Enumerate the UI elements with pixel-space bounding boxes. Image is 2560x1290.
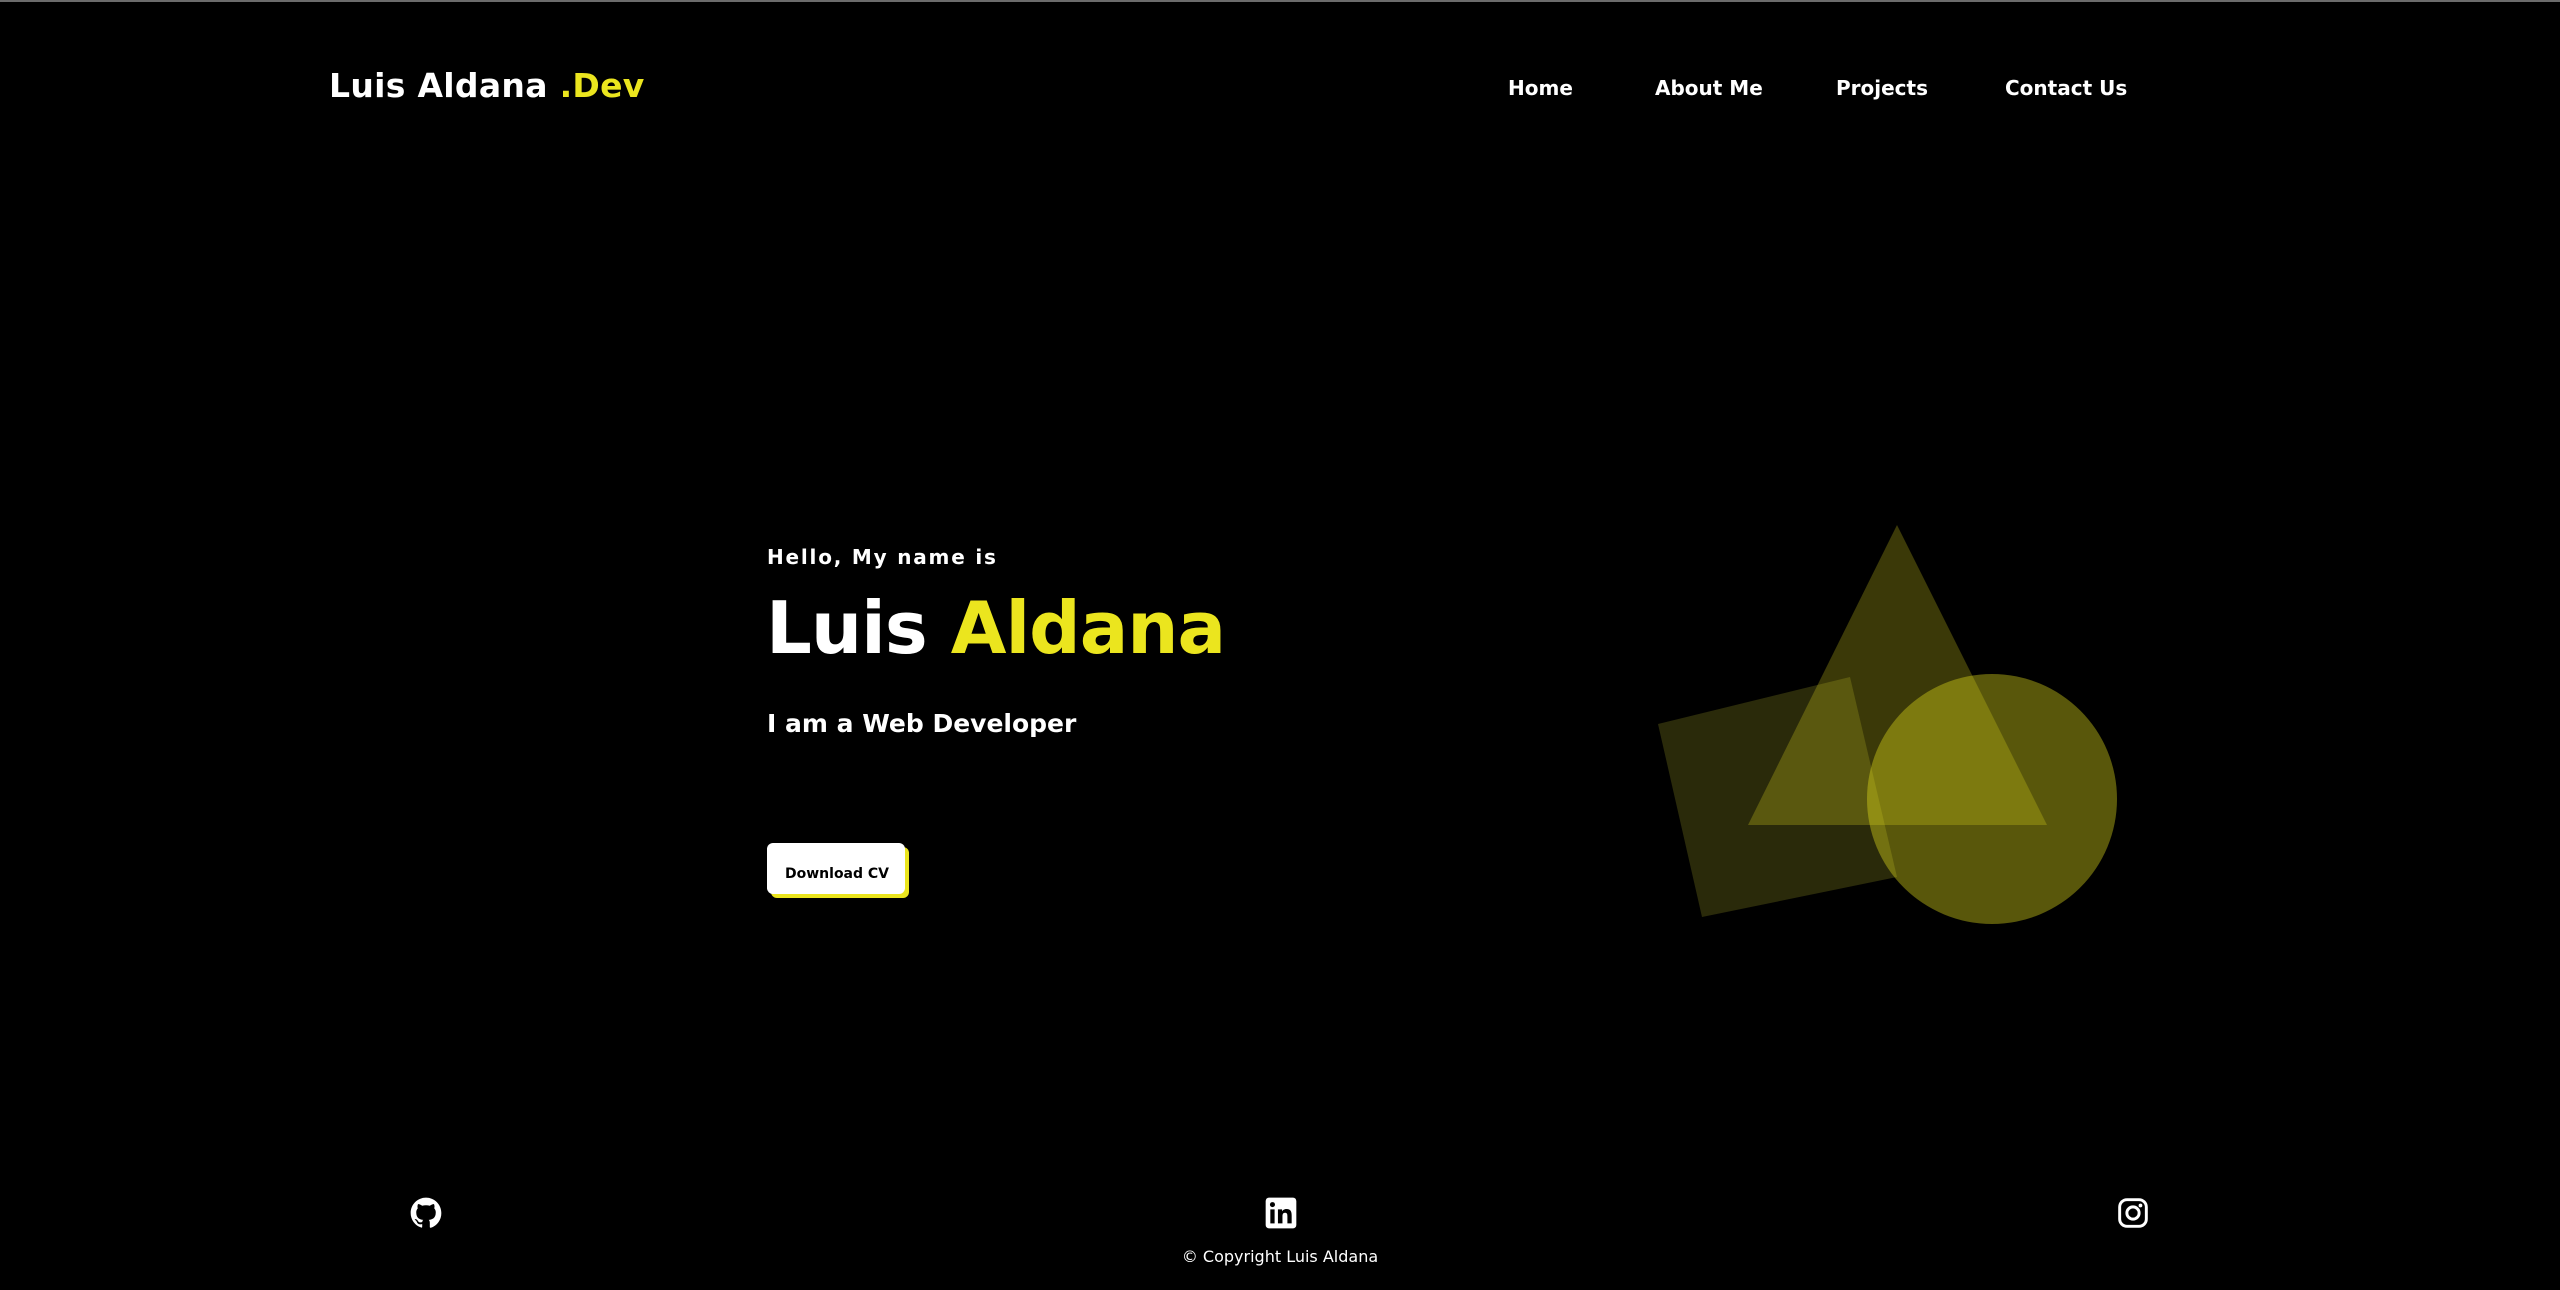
nav-about-link[interactable]: About Me (1655, 76, 1763, 100)
nav-projects-link[interactable]: Projects (1836, 76, 1928, 100)
nav-contact-link[interactable]: Contact Us (2005, 76, 2127, 100)
instagram-icon[interactable] (2117, 1197, 2149, 1229)
main-nav: Home About Me Projects Contact Us (0, 76, 2560, 106)
decorative-shapes-illustration (1658, 525, 2117, 924)
hero-first-name: Luis (766, 586, 928, 670)
hero-greeting: Hello, My name is (767, 545, 998, 569)
github-icon[interactable] (410, 1197, 442, 1229)
circle-shape (1867, 674, 2117, 924)
page: Luis Aldana .Dev Home About Me Projects … (0, 0, 2560, 1290)
copyright-text: © Copyright Luis Aldana (1181, 1247, 1379, 1266)
hero-name: Luis Aldana (766, 592, 1226, 664)
nav-home-link[interactable]: Home (1508, 76, 1573, 100)
hero-role: I am a Web Developer (767, 709, 1077, 738)
linkedin-icon[interactable] (1265, 1197, 1297, 1229)
hero-last-name: Aldana (950, 586, 1226, 670)
download-cv-button[interactable]: Download CV (767, 843, 905, 894)
